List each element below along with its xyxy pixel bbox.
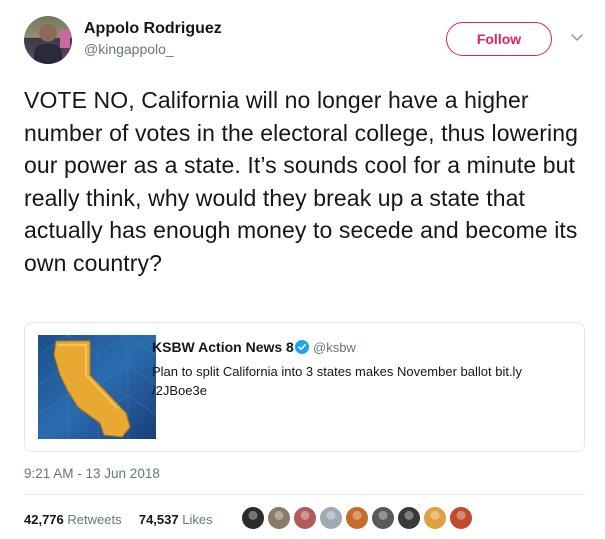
author-avatar[interactable] (24, 16, 72, 64)
author-handle[interactable]: @kingappolo_ (84, 41, 174, 57)
divider (24, 494, 585, 495)
author-name[interactable]: Appolo Rodriguez (84, 20, 222, 38)
liker-avatar[interactable] (345, 506, 369, 530)
quoted-tweet-text: Plan to split California into 3 states m… (152, 362, 572, 400)
avatar-detail (34, 44, 62, 64)
liker-avatar[interactable] (267, 506, 291, 530)
quoted-text-line: Plan to split California into 3 states m… (152, 364, 522, 379)
liker-avatar[interactable] (241, 506, 265, 530)
liker-avatar[interactable] (423, 506, 447, 530)
quoted-tweet-card[interactable]: KSBW Action News 8 @ksbw Plan to split C… (24, 322, 585, 452)
quoted-author-handle[interactable]: @ksbw (313, 340, 356, 355)
likes-label[interactable]: Likes (182, 512, 212, 527)
retweets-label[interactable]: Retweets (67, 512, 121, 527)
california-map-graphic (38, 335, 156, 439)
tweet-timestamp[interactable]: 9:21 AM - 13 Jun 2018 (24, 466, 160, 481)
liker-avatar[interactable] (397, 506, 421, 530)
verified-badge-icon (295, 340, 309, 354)
liker-avatar[interactable] (319, 506, 343, 530)
liker-avatar[interactable] (449, 506, 473, 530)
tweet-text: VOTE NO, California will no longer have … (24, 87, 578, 276)
chevron-down-icon[interactable] (570, 30, 584, 44)
quoted-author-name[interactable]: KSBW Action News 8 (152, 339, 294, 355)
quoted-text-line: /2JBoe3e (152, 383, 207, 398)
tweet-header: Appolo Rodriguez @kingappolo_ Follow (24, 16, 584, 72)
likes-count[interactable]: 74,537 (139, 512, 179, 527)
retweets-count[interactable]: 42,776 (24, 512, 64, 527)
liker-avatar[interactable] (371, 506, 395, 530)
follow-button[interactable]: Follow (446, 22, 552, 56)
liker-avatar[interactable] (293, 506, 317, 530)
avatar-detail (60, 30, 70, 48)
quoted-tweet-image (38, 335, 156, 439)
tweet-stats: 42,776 Retweets 74,537 Likes (24, 512, 213, 527)
